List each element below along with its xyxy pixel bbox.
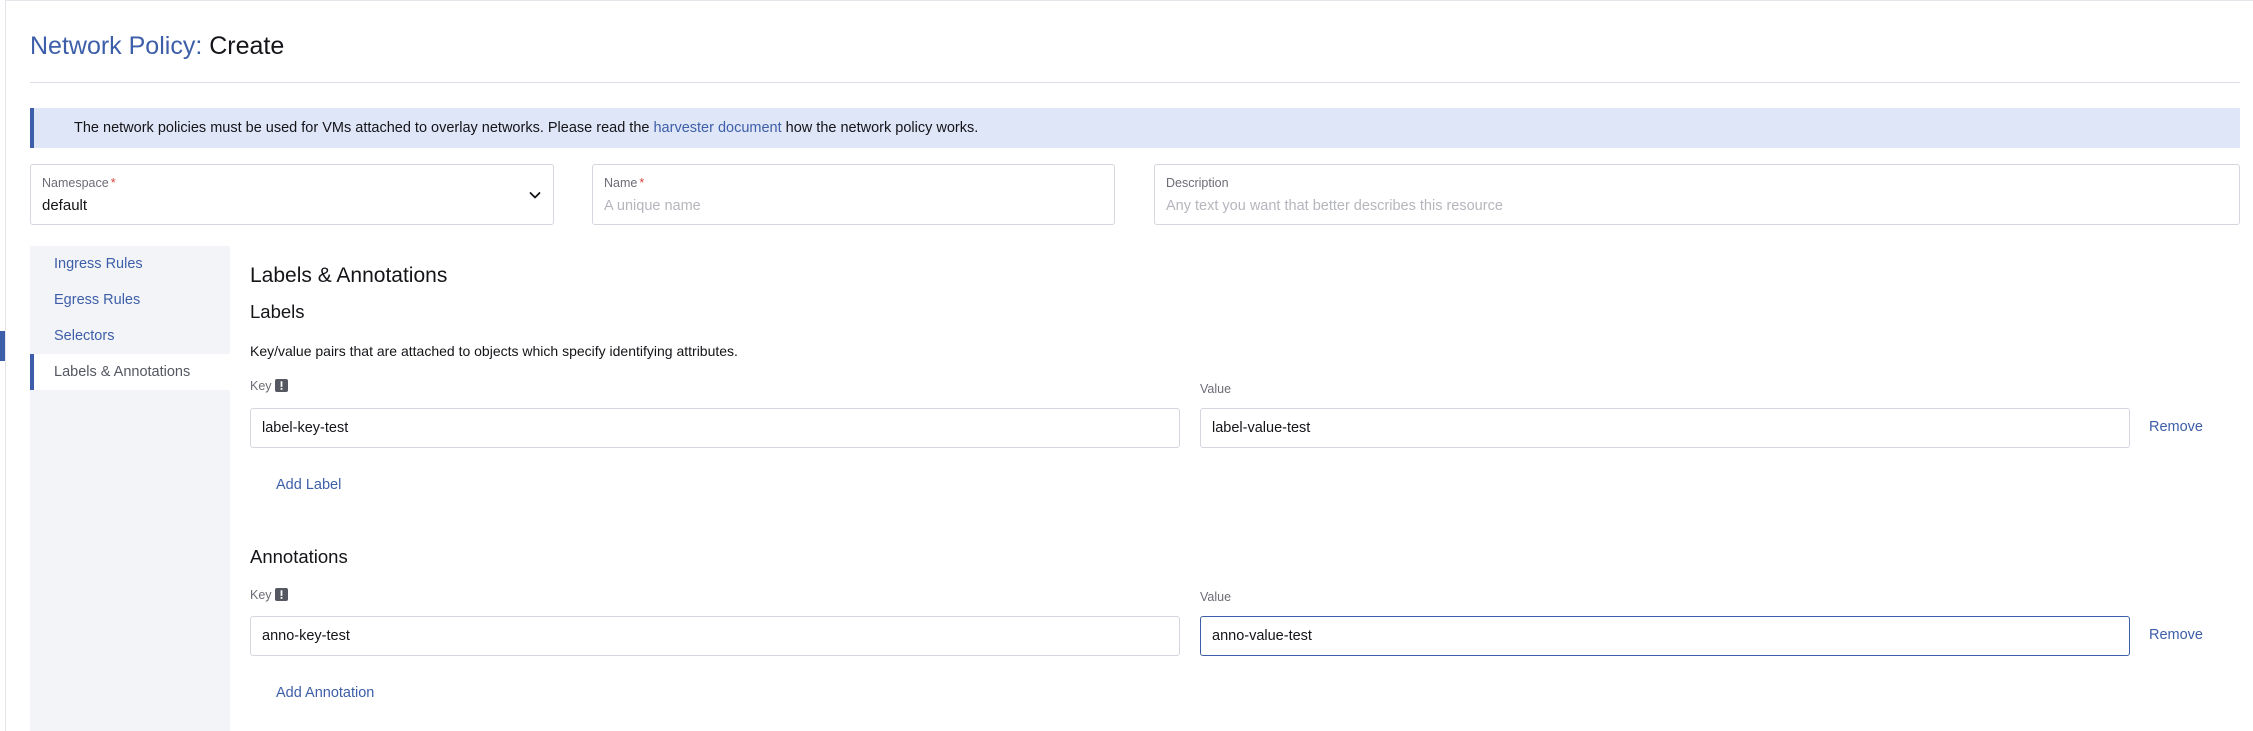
page-title: Network Policy: Create: [30, 32, 284, 61]
labels-description: Key/value pairs that are attached to obj…: [250, 343, 738, 359]
annotations-key-header: Key: [250, 588, 288, 602]
required-mark: *: [110, 176, 116, 190]
tab-selectors[interactable]: Selectors: [30, 318, 230, 354]
labels-value-header: Value: [1200, 382, 1232, 396]
namespace-label: Namespace *: [42, 176, 116, 190]
section-title: Labels & Annotations: [250, 264, 448, 287]
banner-text-before: The network policies must be used for VM…: [74, 120, 654, 136]
remove-label-button[interactable]: Remove: [2149, 419, 2203, 435]
description-field: Description: [1154, 164, 2240, 225]
label-value-input[interactable]: [1200, 408, 2130, 448]
name-input[interactable]: [604, 195, 1101, 217]
tab-egress-rules[interactable]: Egress Rules: [30, 282, 230, 318]
annotation-key-input[interactable]: [250, 616, 1180, 656]
left-rail: [0, 0, 6, 731]
chevron-down-icon[interactable]: [527, 187, 543, 203]
add-label-button[interactable]: Add Label: [276, 477, 341, 493]
top-border: [0, 0, 2253, 1]
namespace-value: default: [42, 197, 88, 214]
info-icon[interactable]: [274, 588, 288, 601]
header-divider: [30, 82, 2240, 83]
page-title-action: Create: [209, 32, 285, 60]
info-icon[interactable]: [274, 379, 288, 392]
side-tabs: Ingress Rules Egress Rules Selectors Lab…: [30, 246, 230, 731]
tab-ingress-rules[interactable]: Ingress Rules: [30, 246, 230, 282]
page-title-resource-type: Network Policy:: [30, 32, 203, 60]
labels-key-header: Key: [250, 379, 288, 393]
tabbed-panel: Ingress Rules Egress Rules Selectors Lab…: [30, 246, 2240, 731]
annotation-value-input[interactable]: [1200, 616, 2130, 656]
name-label: Name *: [604, 176, 645, 190]
required-mark: *: [639, 176, 645, 190]
label-key-input[interactable]: [250, 408, 1180, 448]
page: Network Policy: Create The network polic…: [0, 0, 2253, 731]
add-annotation-button[interactable]: Add Annotation: [276, 685, 374, 701]
description-label: Description: [1166, 176, 1229, 190]
description-input[interactable]: [1166, 195, 2226, 217]
left-rail-active-marker: [0, 331, 5, 361]
banner-text-after: how the network policy works.: [781, 120, 979, 136]
annotations-heading: Annotations: [250, 546, 348, 567]
namespace-select[interactable]: Namespace * default: [30, 164, 554, 225]
remove-annotation-button[interactable]: Remove: [2149, 627, 2203, 643]
annotations-value-header: Value: [1200, 590, 1232, 604]
labels-heading: Labels: [250, 301, 305, 322]
name-field: Name *: [592, 164, 1115, 225]
tab-labels-annotations[interactable]: Labels & Annotations: [30, 354, 230, 390]
harvester-document-link[interactable]: harvester document: [653, 120, 781, 136]
info-banner: The network policies must be used for VM…: [30, 108, 2240, 148]
